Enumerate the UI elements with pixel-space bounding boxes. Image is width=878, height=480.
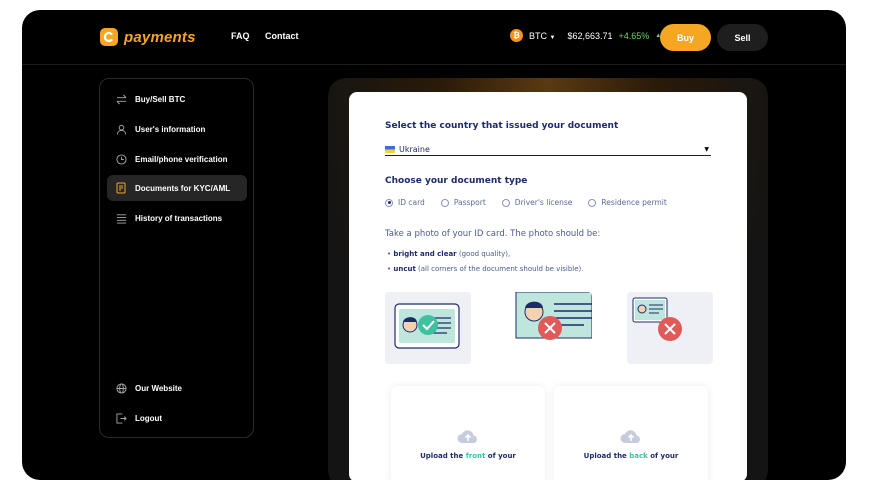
doc-type-title: Choose your document type — [385, 176, 528, 186]
cloud-upload-icon — [620, 430, 640, 443]
upload-back-dropzone[interactable]: Upload the back of your — [554, 386, 708, 480]
nav-contact[interactable]: Contact — [265, 31, 299, 41]
app-frame: payments FAQ Contact ₿ BTC ▼ $62,663.71 … — [22, 10, 846, 480]
country-title: Select the country that issued your docu… — [385, 121, 619, 131]
sidebar-item-user-info[interactable]: User's information — [107, 116, 247, 142]
bitcoin-icon: ₿ — [510, 29, 523, 42]
radio-residence-permit[interactable]: Residence permit — [588, 198, 667, 207]
chevron-down-icon: ▼ — [549, 34, 556, 41]
globe-icon — [116, 382, 127, 394]
ukraine-flag-icon — [385, 145, 395, 153]
user-icon — [116, 124, 127, 135]
sidebar-item-documents[interactable]: Documents for KYC/AML — [107, 175, 247, 201]
logo[interactable]: payments — [100, 28, 196, 46]
sidebar-item-history[interactable]: History of transactions — [107, 205, 247, 231]
kyc-form-card: Select the country that issued your docu… — [349, 92, 747, 480]
radio-dot — [588, 198, 597, 207]
ticker-selector[interactable]: BTC ▼ — [529, 31, 555, 41]
chevron-down-icon: ▼ — [704, 146, 709, 153]
radio-dot — [501, 198, 510, 207]
sidebar-item-verification[interactable]: Email/phone verification — [107, 146, 247, 172]
price-ticker: ₿ BTC ▼ $62,663.71 +4.65% ▲ — [510, 29, 661, 42]
requirement-bold: bright and clear — [393, 250, 457, 258]
radio-dot — [440, 198, 449, 207]
sidebar-item-buy-sell[interactable]: Buy/Sell BTC — [107, 86, 247, 112]
radio-label: Driver's license — [514, 198, 573, 207]
sidebar-item-label: Buy/Sell BTC — [135, 94, 186, 104]
example-far-photo — [627, 292, 713, 364]
requirement-1: • bright and clear (good quality), — [387, 250, 511, 258]
requirement-2: • uncut (all corners of the document sho… — [387, 265, 584, 273]
logo-icon — [100, 28, 118, 46]
buy-button[interactable]: Buy — [660, 24, 711, 51]
list-icon — [116, 213, 127, 224]
radio-dot — [385, 198, 393, 207]
ticker-symbol: BTC — [529, 30, 547, 41]
doc-type-radio-group: ID card Passport Driver's license Reside… — [385, 198, 667, 207]
sidebar-item-label: History of transactions — [135, 213, 223, 223]
top-header: payments FAQ Contact ₿ BTC ▼ $62,663.71 … — [22, 10, 846, 65]
logout-icon — [116, 412, 127, 424]
sell-button[interactable]: Sell — [717, 24, 768, 51]
logo-text: payments — [124, 28, 196, 46]
ticker-change: +4.65% — [618, 30, 650, 41]
sidebar-item-label: Logout — [135, 413, 163, 423]
sidebar-item-logout[interactable]: Logout — [107, 405, 247, 431]
sidebar: Buy/Sell BTC User's information Email/ph… — [99, 78, 254, 438]
document-icon — [116, 182, 126, 194]
clock-icon — [116, 153, 127, 165]
cloud-upload-icon — [457, 430, 477, 443]
requirement-rest: (good quality), — [456, 250, 511, 258]
radio-drivers-license[interactable]: Driver's license — [501, 198, 573, 207]
radio-passport[interactable]: Passport — [440, 198, 486, 207]
sidebar-item-label: Our Website — [135, 383, 182, 393]
example-cropped-photo — [506, 292, 592, 364]
sidebar-item-label: Documents for KYC/AML — [135, 183, 231, 193]
photo-intro: Take a photo of your ID card. The photo … — [385, 229, 601, 239]
requirement-rest: (all corners of the document should be v… — [415, 265, 584, 273]
country-select[interactable]: Ukraine ▼ — [385, 143, 711, 156]
example-good-photo — [385, 292, 471, 364]
requirement-bold: uncut — [393, 265, 416, 273]
radio-label: Passport — [453, 198, 486, 207]
radio-label: ID card — [398, 198, 425, 207]
radio-label: Residence permit — [601, 198, 667, 207]
country-value: Ukraine — [399, 144, 430, 154]
ticker-price: $62,663.71 — [567, 30, 613, 41]
sidebar-item-label: User's information — [135, 124, 206, 134]
sidebar-item-website[interactable]: Our Website — [107, 375, 247, 401]
radio-id-card[interactable]: ID card — [385, 198, 425, 207]
upload-front-dropzone[interactable]: Upload the front of your — [391, 386, 545, 480]
nav-faq[interactable]: FAQ — [231, 31, 250, 41]
swap-arrows-icon — [116, 94, 127, 104]
sidebar-item-label: Email/phone verification — [135, 154, 228, 164]
